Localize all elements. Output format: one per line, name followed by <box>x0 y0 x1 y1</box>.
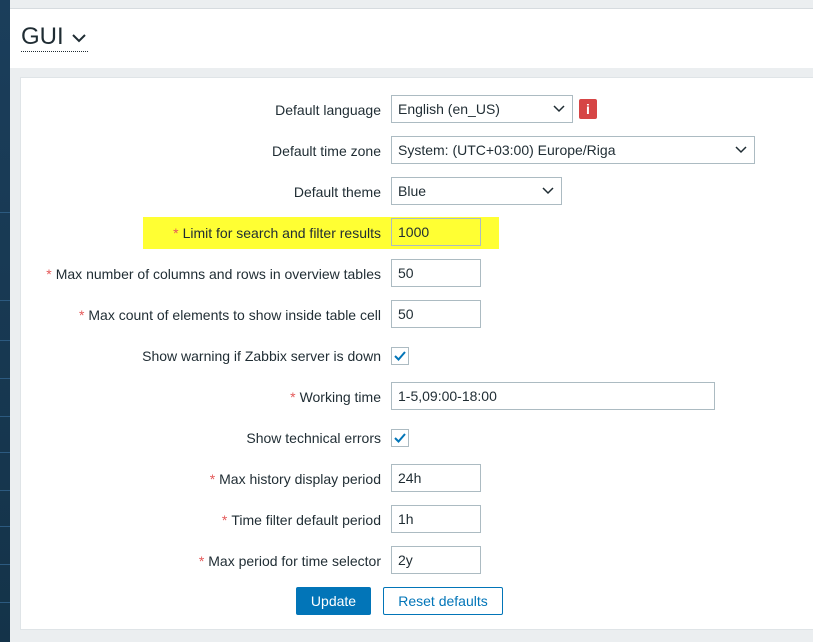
max-in-table-label: * Max count of elements to show inside ta… <box>79 300 381 330</box>
max-period-label-text: Max period for time selector <box>208 553 381 569</box>
search-limit-label-text: Limit for search and filter results <box>182 225 381 241</box>
page-title: GUI <box>21 23 64 50</box>
required-marker: * <box>290 389 296 405</box>
checkmark-icon <box>394 433 406 443</box>
row-server-check: Show warning if Zabbix server is down <box>21 341 813 371</box>
history-period-label-text: Max history display period <box>219 471 381 487</box>
row-default-theme: Default theme Blue <box>21 177 813 207</box>
chevron-down-icon <box>553 105 565 113</box>
period-default-input[interactable]: 1h <box>391 505 481 533</box>
row-working-time: * Working time 1-5,09:00-18:00 <box>21 382 813 412</box>
row-technical-errors: Show technical errors <box>21 423 813 453</box>
chevron-down-icon <box>542 187 554 195</box>
search-limit-label: * Limit for search and filter results <box>173 218 381 248</box>
period-default-label-text: Time filter default period <box>231 512 381 528</box>
row-max-in-table: * Max count of elements to show inside ta… <box>21 300 813 330</box>
page-header: GUI <box>10 8 813 68</box>
default-time-zone-select[interactable]: System: (UTC+03:00) Europe/Riga <box>391 136 755 164</box>
row-default-language: Default language English (en_US) i <box>21 95 813 125</box>
server-check-label: Show warning if Zabbix server is down <box>142 348 381 364</box>
technical-errors-label: Show technical errors <box>246 430 381 446</box>
working-time-input[interactable]: 1-5,09:00-18:00 <box>391 382 715 410</box>
max-period-label: * Max period for time selector <box>199 546 381 576</box>
sidebar-strip <box>0 0 10 642</box>
update-button[interactable]: Update <box>296 587 371 615</box>
max-overview-label: * Max number of columns and rows in overv… <box>46 259 381 289</box>
checkmark-icon <box>394 351 406 361</box>
working-time-label: * Working time <box>290 382 381 412</box>
reset-defaults-button[interactable]: Reset defaults <box>383 587 503 615</box>
max-overview-input[interactable]: 50 <box>391 259 481 287</box>
history-period-input[interactable]: 24h <box>391 464 481 492</box>
chevron-down-icon <box>735 146 747 154</box>
required-marker: * <box>209 471 216 487</box>
row-default-time-zone: Default time zone System: (UTC+03:00) Eu… <box>21 136 813 166</box>
max-in-table-label-text: Max count of elements to show inside tab… <box>88 307 381 323</box>
chevron-down-icon <box>71 33 86 43</box>
default-time-zone-value: System: (UTC+03:00) Europe/Riga <box>398 142 616 158</box>
technical-errors-checkbox[interactable] <box>391 429 409 447</box>
period-default-label: * Time filter default period <box>222 505 381 535</box>
default-language-label: Default language <box>275 102 381 118</box>
row-search-limit: * Limit for search and filter results 100… <box>21 218 813 248</box>
required-marker: * <box>78 307 85 323</box>
row-period-default: * Time filter default period 1h <box>21 505 813 535</box>
default-language-select[interactable]: English (en_US) <box>391 95 573 123</box>
row-history-period: * Max history display period 24h <box>21 464 813 494</box>
default-theme-label: Default theme <box>293 184 381 200</box>
max-period-input[interactable]: 2y <box>391 546 481 574</box>
page-title-dropdown[interactable]: GUI <box>21 23 88 52</box>
default-language-value: English (en_US) <box>398 101 500 117</box>
max-in-table-input[interactable]: 50 <box>391 300 481 328</box>
default-theme-select[interactable]: Blue <box>391 177 562 205</box>
server-check-checkbox[interactable] <box>391 347 409 365</box>
required-marker: * <box>46 266 52 282</box>
info-icon[interactable]: i <box>579 99 597 119</box>
history-period-label: * Max history display period <box>210 464 381 494</box>
required-marker: * <box>221 512 228 528</box>
gui-settings-form: Default language English (en_US) i Defau… <box>20 77 813 630</box>
required-marker: * <box>173 225 179 241</box>
search-limit-input[interactable]: 1000 <box>391 218 481 246</box>
default-time-zone-label: Default time zone <box>272 143 381 159</box>
row-max-overview: * Max number of columns and rows in overv… <box>21 259 813 289</box>
form-buttons: Update Reset defaults <box>21 587 813 617</box>
row-max-period: * Max period for time selector 2y <box>21 546 813 576</box>
max-overview-label-text: Max number of columns and rows in overvi… <box>55 266 381 282</box>
required-marker: * <box>198 553 205 569</box>
working-time-label-text: Working time <box>299 389 381 405</box>
default-theme-value: Blue <box>398 183 427 199</box>
